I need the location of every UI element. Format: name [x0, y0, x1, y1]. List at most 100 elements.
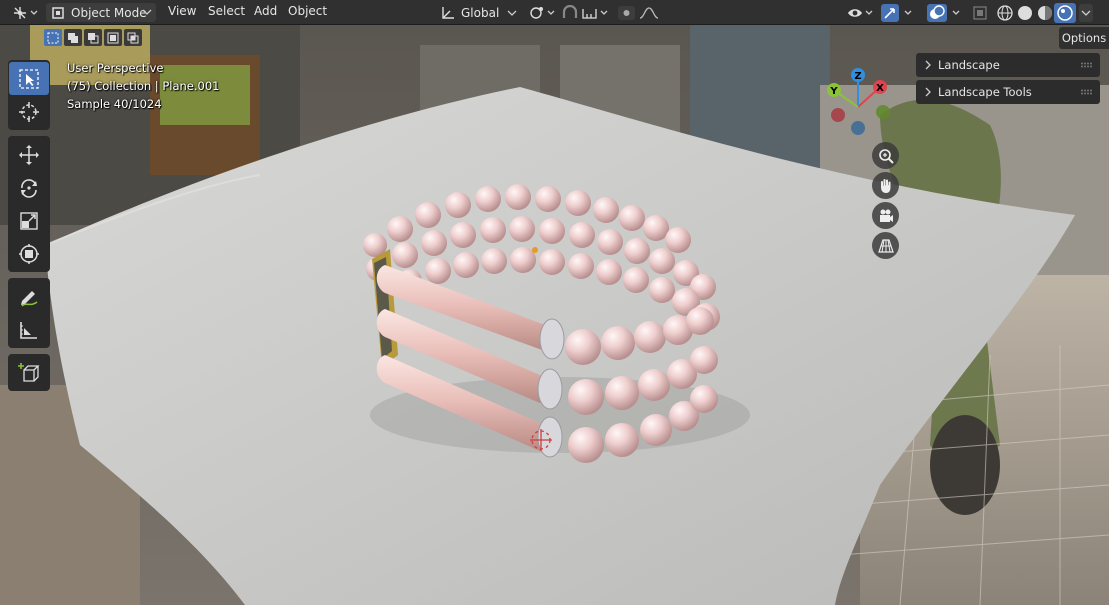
solid-shading-icon	[1018, 5, 1032, 20]
pivot-icon	[530, 6, 555, 19]
visibility-select[interactable]	[846, 3, 876, 22]
drag-grip-icon[interactable]	[1080, 62, 1094, 68]
rotate-icon	[21, 178, 37, 198]
options-button[interactable]: Options	[1059, 27, 1109, 49]
select-intersect-icon	[127, 32, 139, 43]
material-shading-icon	[1038, 5, 1052, 20]
tool-transform[interactable]	[9, 237, 49, 270]
menu-select[interactable]: Select	[208, 4, 245, 18]
chevron-right-icon	[925, 87, 931, 97]
transform-orientation-select[interactable]: Global	[440, 3, 518, 22]
chevron-down-icon	[507, 10, 517, 16]
chevron-down-icon	[1079, 3, 1093, 22]
panel-landscape-tools-label: Landscape Tools	[938, 85, 1032, 99]
snap-target-button[interactable]	[581, 3, 615, 22]
shading-solid-button[interactable]	[1016, 3, 1034, 22]
selection-mode-group	[44, 29, 142, 46]
add-cube-icon	[18, 362, 40, 382]
navigation-gizmo[interactable]: Z X Y	[822, 65, 894, 137]
zoom-magnifier-icon	[878, 148, 894, 164]
menu-view[interactable]: View	[168, 4, 196, 18]
overlays-icon	[927, 3, 960, 22]
magnet-icon	[562, 4, 578, 18]
snap-toggle[interactable]	[561, 3, 579, 22]
orientation-icon	[442, 6, 454, 19]
wireframe-shading-icon	[997, 4, 1013, 21]
select-extend-icon	[68, 32, 78, 43]
drag-grip-icon[interactable]	[1080, 89, 1094, 95]
view-perspective-text: User Perspective	[67, 61, 164, 75]
tool-add-cube[interactable]	[9, 356, 49, 389]
overlays-toggle[interactable]	[926, 3, 966, 22]
shading-material-button[interactable]	[1036, 3, 1054, 22]
mode-label: Object Mode	[71, 5, 147, 20]
camera-view-button[interactable]	[872, 202, 899, 229]
panel-landscape-label: Landscape	[938, 58, 1000, 72]
select-invert-icon	[107, 32, 119, 43]
gizmo-icon	[881, 3, 912, 22]
shading-rendered-button[interactable]	[1054, 2, 1076, 23]
tool-move[interactable]	[9, 138, 49, 171]
tool-select-box[interactable]	[9, 62, 49, 95]
shading-options-dropdown[interactable]	[1079, 3, 1093, 22]
panel-landscape[interactable]: Landscape	[916, 53, 1100, 77]
chevron-right-icon	[925, 60, 931, 70]
gizmo-neg-x[interactable]	[831, 108, 845, 122]
xray-toggle[interactable]	[972, 3, 990, 22]
tool-group-add	[8, 354, 50, 391]
collection-object-text: (75) Collection | Plane.001	[67, 79, 220, 93]
menu-object[interactable]: Object	[288, 4, 327, 18]
gizmo-neg-y[interactable]	[876, 105, 890, 119]
eye-icon	[848, 8, 873, 17]
menu-add[interactable]: Add	[254, 4, 277, 18]
gizmo-toggle[interactable]	[880, 3, 918, 22]
chevron-down-icon	[142, 9, 152, 15]
object-mode-icon	[52, 6, 64, 19]
snap-increment-icon	[582, 8, 608, 19]
hand-pan-icon	[880, 178, 890, 193]
proportional-edit-icon	[618, 5, 659, 20]
cursor-icon	[19, 101, 39, 122]
select-subtract-button[interactable]	[84, 29, 102, 46]
editor-type-button[interactable]	[8, 3, 42, 22]
tool-measure[interactable]	[9, 313, 49, 346]
scale-icon	[20, 211, 38, 230]
tool-rotate[interactable]	[9, 171, 49, 204]
tool-shelf	[8, 60, 50, 397]
viewport-icon	[14, 6, 38, 19]
select-invert-button[interactable]	[104, 29, 122, 46]
gizmo-z-label: Z	[854, 71, 861, 82]
rendered-shading-icon	[1054, 2, 1076, 23]
xray-icon	[973, 5, 987, 20]
select-box-icon	[19, 68, 39, 89]
tool-scale[interactable]	[9, 204, 49, 237]
select-new-icon	[47, 32, 59, 43]
shading-wireframe-button[interactable]	[996, 3, 1014, 22]
measure-ruler-icon	[20, 321, 37, 339]
pivot-point-button[interactable]	[527, 3, 557, 22]
viewport-header: Object Mode View Select Add Object Globa…	[0, 0, 1109, 25]
transform-icon	[19, 243, 39, 264]
select-extend-button[interactable]	[64, 29, 82, 46]
viewport-info-overlay: User Perspective (75) Collection | Plane…	[67, 59, 219, 113]
pan-button[interactable]	[872, 172, 899, 199]
proportional-edit-toggle[interactable]	[617, 3, 669, 22]
gizmo-y-label: Y	[829, 86, 838, 97]
toggle-perspective-button[interactable]	[872, 232, 899, 259]
mode-selector[interactable]: Object Mode	[46, 3, 156, 22]
tool-group-transform	[8, 136, 50, 272]
gizmo-neg-z[interactable]	[851, 121, 865, 135]
perspective-grid-icon	[877, 238, 894, 253]
3d-viewport[interactable]: User Perspective (75) Collection | Plane…	[0, 25, 1109, 605]
select-new-button[interactable]	[44, 29, 62, 46]
annotate-pencil-icon	[21, 290, 38, 307]
camera-icon	[879, 209, 893, 222]
tool-cursor[interactable]	[9, 95, 49, 128]
tool-group-annotate	[8, 278, 50, 348]
orientation-label: Global	[461, 5, 500, 20]
select-intersect-button[interactable]	[124, 29, 142, 46]
panel-landscape-tools[interactable]: Landscape Tools	[916, 80, 1100, 104]
zoom-button[interactable]	[872, 142, 899, 169]
gizmo-x-label: X	[876, 83, 884, 94]
tool-annotate[interactable]	[9, 280, 49, 313]
